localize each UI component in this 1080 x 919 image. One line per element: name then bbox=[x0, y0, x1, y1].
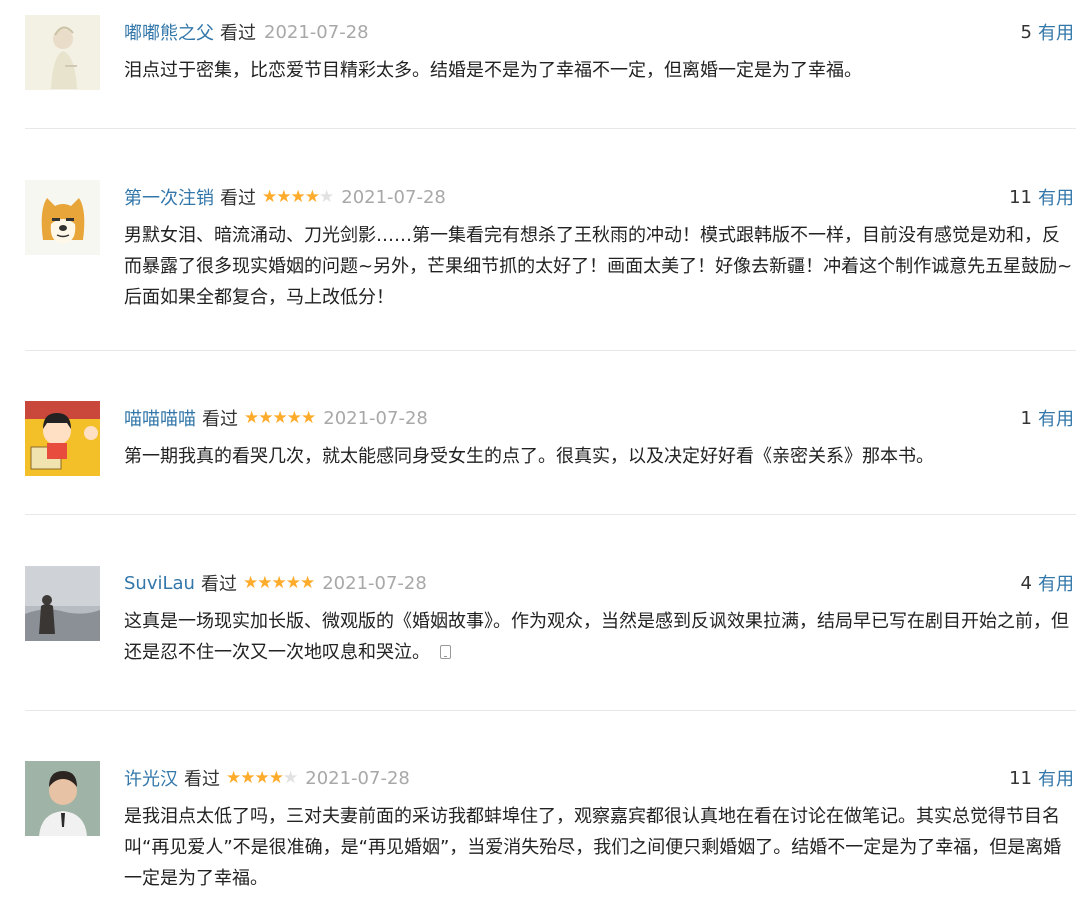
username-link[interactable]: 喵喵喵喵 bbox=[124, 405, 196, 431]
watch-status: 看过 bbox=[200, 574, 237, 595]
star-filled-icon: ★ bbox=[271, 572, 286, 593]
watch-status: 看过 bbox=[220, 188, 256, 209]
review-text: 第一期我真的看哭几次，就太能感同身受女生的点了。很真实，以及决定好好看《亲密关系… bbox=[124, 446, 934, 467]
useful-button[interactable]: 有用 bbox=[1038, 184, 1074, 210]
star-empty-icon: ★ bbox=[319, 186, 334, 207]
watch-status: 看过 bbox=[220, 23, 256, 44]
avatar[interactable] bbox=[25, 180, 100, 255]
star-filled-icon: ★ bbox=[286, 407, 302, 428]
avatar-shiba-icon bbox=[25, 180, 100, 255]
star-empty-icon: ★ bbox=[283, 767, 298, 788]
avatar[interactable] bbox=[25, 401, 100, 476]
star-filled-icon: ★ bbox=[268, 767, 284, 788]
useful-votes: 1 有用 bbox=[1021, 403, 1074, 433]
star-filled-icon: ★ bbox=[290, 186, 306, 207]
useful-votes: 4 有用 bbox=[1021, 568, 1074, 598]
star-filled-icon: ★ bbox=[244, 407, 259, 428]
avatar-sketch-icon bbox=[25, 15, 100, 90]
star-filled-icon: ★ bbox=[258, 407, 273, 428]
divider bbox=[25, 710, 1076, 711]
username-link[interactable]: 许光汉 bbox=[124, 765, 178, 791]
review-body: 这真是一场现实加长版、微观版的《婚姻故事》。作为观众，当然是感到反讽效果拉满，结… bbox=[124, 606, 1076, 668]
vote-count: 11 bbox=[1009, 186, 1032, 208]
useful-button[interactable]: 有用 bbox=[1038, 19, 1074, 45]
rating-stars: ★ ★ ★ ★ ★ bbox=[242, 572, 315, 593]
review-text: 这真是一场现实加长版、微观版的《婚姻故事》。作为观众，当然是感到反讽效果拉满，结… bbox=[124, 611, 1069, 663]
watch-status: 看过 bbox=[202, 409, 238, 430]
star-filled-icon: ★ bbox=[299, 572, 315, 593]
review-list: 嘟嘟熊之父 看过 2021-07-28 5 有用 泪点过于密集，比恋爱节目精彩太… bbox=[0, 0, 1080, 919]
review-text: 是我泪点太低了吗，三对夫妻前面的采访我都蚌埠住了，观察嘉宾都很认真地在看在讨论在… bbox=[124, 806, 1062, 889]
star-filled-icon: ★ bbox=[242, 572, 258, 593]
useful-button[interactable]: 有用 bbox=[1038, 570, 1074, 596]
useful-votes: 11 有用 bbox=[1009, 182, 1074, 212]
useful-button[interactable]: 有用 bbox=[1038, 765, 1074, 791]
watch-status: 看过 bbox=[184, 769, 220, 790]
vote-count: 5 bbox=[1020, 21, 1032, 43]
review-date: 2021-07-28 bbox=[341, 186, 446, 208]
avatar-cartoon-girl-icon bbox=[25, 401, 100, 476]
vote-count: 11 bbox=[1009, 767, 1032, 789]
star-filled-icon: ★ bbox=[301, 407, 316, 428]
review-date: 2021-07-28 bbox=[323, 407, 428, 429]
avatar-landscape-icon bbox=[25, 566, 100, 641]
avatar[interactable] bbox=[25, 761, 100, 836]
review-date: 2021-07-28 bbox=[322, 572, 427, 594]
avatar[interactable] bbox=[25, 15, 100, 90]
useful-votes: 5 有用 bbox=[1021, 17, 1074, 47]
star-filled-icon: ★ bbox=[226, 767, 241, 788]
star-filled-icon: ★ bbox=[262, 186, 277, 207]
username-link[interactable]: SuviLau bbox=[124, 573, 195, 594]
rating-stars: ★ ★ ★ ★ ★ bbox=[226, 767, 298, 788]
star-filled-icon: ★ bbox=[276, 186, 291, 207]
review-date: 2021-07-28 bbox=[264, 21, 369, 43]
useful-votes: 11 有用 bbox=[1009, 763, 1074, 793]
review-text: 男默女泪、暗流涌动、刀光剑影……第一集看完有想杀了王秋雨的冲动！模式跟韩版不一样… bbox=[124, 225, 1073, 308]
review-meta: 喵喵喵喵 看过 ★ ★ ★ ★ ★ 2021-07-28 bbox=[124, 403, 428, 433]
vote-count: 1 bbox=[1020, 407, 1032, 429]
avatar-portrait-icon bbox=[25, 761, 100, 836]
rating-stars: ★ ★ ★ ★ ★ bbox=[244, 407, 316, 428]
divider bbox=[25, 128, 1076, 129]
vote-count: 4 bbox=[1020, 572, 1032, 594]
mobile-phone-icon bbox=[440, 645, 451, 659]
review-meta: SuviLau 看过 ★ ★ ★ ★ ★ 2021-07-28 bbox=[124, 568, 427, 598]
star-filled-icon: ★ bbox=[304, 186, 320, 207]
star-filled-icon: ★ bbox=[272, 407, 288, 428]
rating-stars: ★ ★ ★ ★ ★ bbox=[262, 186, 334, 207]
review-meta: 第一次注销 看过 ★ ★ ★ ★ ★ 2021-07-28 bbox=[124, 182, 446, 212]
star-filled-icon: ★ bbox=[240, 767, 255, 788]
review-text: 泪点过于密集，比恋爱节目精彩太多。结婚是不是为了幸福不一定，但离婚一定是为了幸福… bbox=[124, 60, 862, 81]
useful-button[interactable]: 有用 bbox=[1038, 405, 1074, 431]
username-link[interactable]: 第一次注销 bbox=[124, 184, 214, 210]
review-meta: 许光汉 看过 ★ ★ ★ ★ ★ 2021-07-28 bbox=[124, 763, 410, 793]
review-date: 2021-07-28 bbox=[305, 767, 410, 789]
star-filled-icon: ★ bbox=[254, 767, 270, 788]
divider bbox=[25, 350, 1076, 351]
star-filled-icon: ★ bbox=[257, 572, 272, 593]
username-link[interactable]: 嘟嘟熊之父 bbox=[124, 19, 214, 45]
divider bbox=[25, 514, 1076, 515]
avatar[interactable] bbox=[25, 566, 100, 641]
review-meta: 嘟嘟熊之父 看过 2021-07-28 bbox=[124, 17, 369, 47]
star-filled-icon: ★ bbox=[285, 572, 301, 593]
